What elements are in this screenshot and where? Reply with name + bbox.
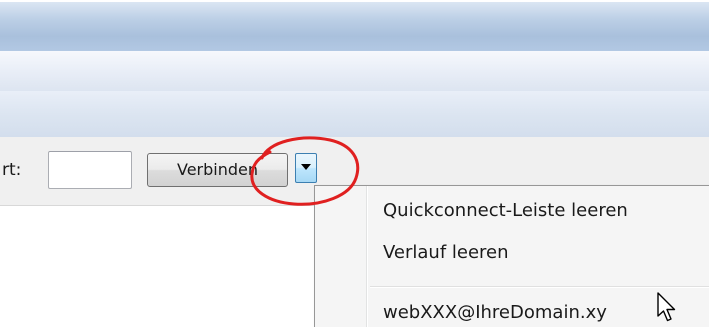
port-input[interactable] <box>48 151 132 189</box>
menu-item-clear-quickconnect-bar[interactable]: Quickconnect-Leiste leeren <box>383 200 628 221</box>
menu-bar <box>0 51 709 92</box>
connect-button[interactable]: Verbinden <box>147 153 288 187</box>
mouse-cursor-icon <box>657 292 676 322</box>
menu-separator <box>370 286 709 288</box>
menu-gutter-highlight <box>367 186 368 327</box>
port-label: rt: <box>2 160 22 180</box>
chevron-down-icon <box>301 164 311 170</box>
toolbar <box>0 91 709 138</box>
menu-item-history-entry[interactable]: webXXX@IhreDomain.xy <box>383 302 607 323</box>
title-bar <box>0 0 709 51</box>
quickconnect-dropdown-button[interactable] <box>295 153 317 183</box>
menu-item-clear-history[interactable]: Verlauf leeren <box>383 242 509 263</box>
ftp-client-window: rt: Verbinden Quickconnect-Leiste leeren… <box>0 0 709 327</box>
